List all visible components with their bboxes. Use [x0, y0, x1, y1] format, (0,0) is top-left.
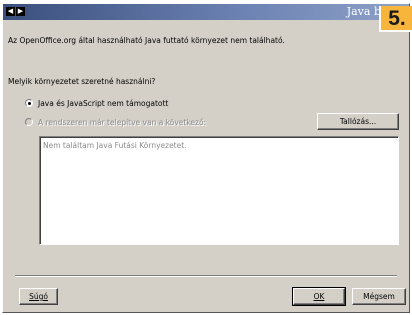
- radio-installed[interactable]: [25, 118, 33, 126]
- title-bar-controls: ◀ ▶: [6, 7, 25, 16]
- help-button[interactable]: Súgó: [19, 288, 58, 305]
- window-title: Java b: [346, 5, 381, 18]
- radio-no-java[interactable]: [25, 99, 33, 107]
- cancel-button[interactable]: Mégsem: [352, 288, 406, 305]
- scroll-left-icon[interactable]: ◀: [6, 7, 15, 16]
- list-item[interactable]: Nem találtam Java Futási Környezetet.: [43, 141, 187, 150]
- ok-button[interactable]: OK: [292, 287, 346, 306]
- info-message: Az OpenOffice.org által használható Java…: [8, 36, 285, 45]
- radio-selected-dot: [28, 102, 31, 105]
- ok-button-label: OK: [313, 292, 325, 301]
- dialog-window: ◀ ▶ Java b Az OpenOffice.org által haszn…: [2, 3, 410, 313]
- environment-list[interactable]: Nem találtam Java Futási Környezetet.: [39, 136, 399, 245]
- browse-button[interactable]: Tallózás...: [317, 113, 399, 130]
- separator: [15, 275, 397, 277]
- radio-no-java-label[interactable]: Java és JavaScript nem támogatott: [38, 99, 168, 108]
- help-button-label: Súgó: [29, 292, 48, 301]
- radio-installed-label[interactable]: A rendszeren már telepítve van a követke…: [38, 118, 206, 127]
- title-bar: ◀ ▶ Java b: [3, 4, 409, 20]
- question-label: Melyik környezetet szeretné használni?: [8, 77, 156, 86]
- scroll-right-icon[interactable]: ▶: [16, 7, 25, 16]
- step-badge: 5.: [379, 6, 412, 32]
